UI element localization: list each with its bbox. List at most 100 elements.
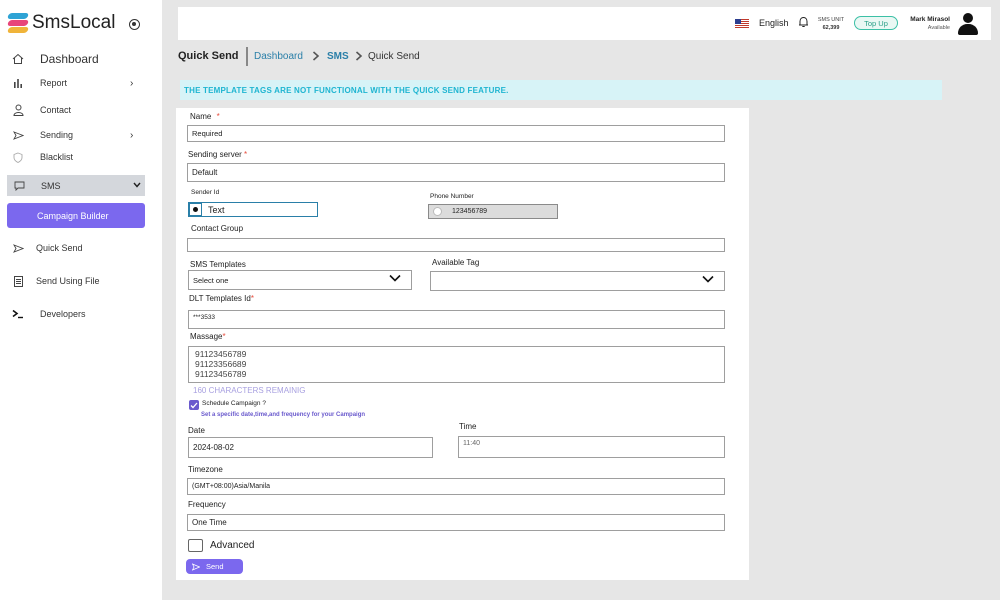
sidebar-item-sms[interactable]: SMS [7, 175, 145, 196]
template-tags-alert: THE TEMPLATE TAGS ARE NOT FUNCTIONAL WIT… [180, 80, 942, 100]
sms-unit-value: 62,399 [822, 25, 840, 31]
chevron-right-icon: › [130, 129, 134, 141]
user-status: Available [927, 25, 950, 31]
home-icon [12, 53, 24, 65]
avatar[interactable] [958, 13, 978, 35]
sidebar-item-campaign-builder[interactable]: Campaign Builder [7, 203, 145, 228]
frequency-input[interactable]: One Time [187, 514, 725, 531]
send-icon [192, 562, 200, 571]
advanced-checkbox[interactable] [188, 539, 203, 552]
sidebar-item-report[interactable]: Report › [0, 72, 162, 94]
user-info[interactable]: Mark Mirasol Available [898, 15, 950, 33]
sidebar-item-label: Quick Send [36, 243, 83, 253]
breadcrumb-dashboard-link[interactable]: Dashboard [254, 51, 303, 62]
time-label: Time [459, 422, 477, 431]
sidebar: SmsLocal Dashboard Report › Contact Send… [0, 0, 162, 600]
top-header: English SMS UNIT 62,399 Top Up Mark Mira… [178, 7, 991, 40]
sidebar-item-label: Contact [40, 105, 72, 115]
bell-icon[interactable] [798, 16, 809, 31]
contact-group-label: Contact Group [191, 224, 244, 233]
user-name: Mark Mirasol [910, 16, 950, 23]
date-input[interactable]: 2024-08-02 [188, 437, 433, 458]
dlt-templates-label: DLT Templates Id* [189, 294, 254, 303]
sidebar-item-contact[interactable]: Contact [0, 99, 162, 121]
chevron-down-icon [389, 274, 401, 285]
phone-number-input[interactable]: 123456789 [428, 204, 558, 219]
sending-server-input[interactable]: Default [187, 163, 725, 182]
advanced-label: Advanced [210, 540, 255, 551]
brand-logo[interactable]: SmsLocal [6, 12, 116, 34]
timezone-input[interactable]: (GMT+08:00)Asia/Manila [187, 478, 725, 495]
date-label: Date [188, 426, 205, 435]
radio-selected-icon[interactable] [189, 203, 202, 216]
available-tag-select[interactable] [430, 271, 725, 291]
send-button-label: Send [206, 562, 224, 571]
schedule-campaign-label: Schedule Campaign ? [202, 400, 266, 407]
sms-templates-label: SMS Templates [190, 260, 246, 269]
breadcrumb-sms-link[interactable]: SMS [327, 51, 349, 62]
sidebar-item-label: Sending [40, 130, 74, 140]
characters-remaining: 160 CHARACTERS REMAINIG [193, 386, 306, 395]
frequency-label: Frequency [188, 500, 226, 509]
page-title: Quick Send [178, 50, 239, 62]
us-flag-icon[interactable] [735, 19, 749, 28]
brand-name: SmsLocal [32, 12, 116, 33]
sidebar-item-blacklist[interactable]: Blacklist [0, 146, 162, 168]
name-label: Name * [190, 112, 220, 121]
sender-id-input[interactable]: Text [188, 202, 318, 217]
sidebar-item-label: Campaign Builder [37, 210, 109, 221]
message-line: 91123356689 [195, 359, 247, 369]
user-icon [12, 104, 24, 116]
sidebar-item-send-using-file[interactable]: Send Using File [0, 270, 162, 292]
available-tag-label: Available Tag [432, 258, 480, 267]
logo-mark-icon [6, 12, 30, 34]
timezone-label: Timezone [188, 465, 223, 474]
message-line: 91123456789 [195, 349, 247, 359]
sms-unit-label: SMS UNIT [817, 17, 845, 23]
send-icon [12, 242, 24, 254]
sidebar-item-label: Send Using File [36, 276, 100, 286]
time-input[interactable]: 11:40 [458, 436, 725, 458]
sidebar-item-label: SMS [41, 180, 61, 191]
contact-group-input[interactable] [187, 238, 725, 252]
language-selector[interactable]: English [759, 18, 789, 28]
shield-icon [12, 151, 24, 163]
sender-id-label: Sender Id [191, 189, 220, 196]
chevron-down-icon [702, 275, 714, 286]
name-input[interactable]: Required [187, 125, 725, 142]
sms-templates-value: Select one [193, 275, 229, 285]
phone-number-value: 123456789 [452, 208, 488, 215]
sidebar-item-label: Developers [40, 309, 86, 319]
sidebar-item-sending[interactable]: Sending › [0, 124, 162, 146]
dlt-templates-input[interactable]: ***3533 [188, 310, 725, 329]
sending-server-label: Sending server * [188, 150, 248, 159]
chevron-down-icon [133, 180, 141, 191]
message-textarea[interactable]: 91123456789 91123356689 91123456789 [188, 346, 725, 383]
sidebar-item-label: Dashboard [40, 52, 99, 66]
sender-id-value: Text [208, 204, 225, 215]
send-icon [12, 129, 24, 141]
sidebar-item-label: Report [40, 78, 68, 88]
sms-templates-select[interactable]: Select one [188, 270, 412, 290]
chevron-right-icon [355, 51, 363, 64]
send-button[interactable]: Send [186, 559, 243, 574]
sidebar-item-dashboard[interactable]: Dashboard [0, 48, 162, 70]
chevron-right-icon [312, 51, 320, 64]
phone-number-label: Phone Number [430, 193, 474, 200]
phone-radio-icon[interactable] [433, 207, 442, 216]
file-icon [12, 275, 24, 287]
chevron-right-icon: › [130, 77, 134, 89]
schedule-checkbox[interactable] [189, 400, 199, 410]
breadcrumb-current: Quick Send [368, 51, 420, 62]
sidebar-item-developers[interactable]: Developers [0, 303, 162, 325]
breadcrumb-divider [246, 47, 248, 66]
quick-send-form: Name * Required Sending server * Default… [176, 108, 749, 580]
settings-ring-icon[interactable] [129, 19, 140, 30]
top-up-button[interactable]: Top Up [854, 16, 898, 30]
bar-chart-icon [12, 77, 24, 89]
sidebar-item-quick-send[interactable]: Quick Send [0, 237, 162, 259]
schedule-hint: Set a specific date,time,and frequency f… [201, 412, 366, 418]
message-icon [13, 180, 25, 192]
sms-unit-counter: SMS UNIT 62,399 [814, 16, 848, 32]
sidebar-item-label: Blacklist [40, 152, 74, 162]
